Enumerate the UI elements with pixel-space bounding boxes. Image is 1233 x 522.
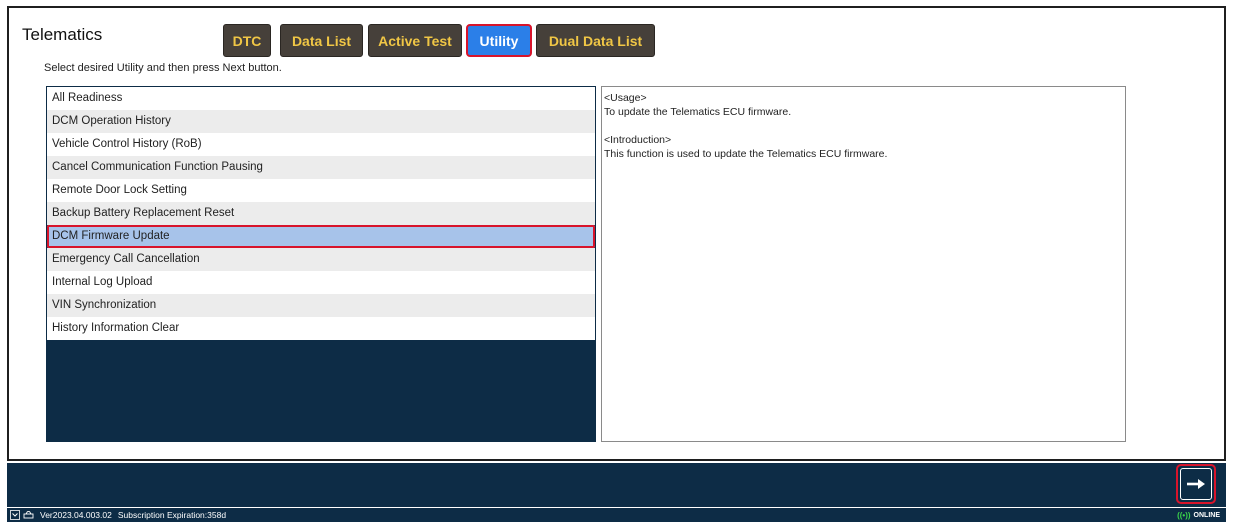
tab-active-test[interactable]: Active Test (368, 24, 462, 57)
list-item-all-readiness[interactable]: All Readiness (47, 87, 595, 110)
bottom-bar (7, 463, 1226, 507)
version-text: Ver2023.04.003.02 (40, 510, 112, 520)
list-item-backup-battery-reset[interactable]: Backup Battery Replacement Reset (47, 202, 595, 225)
page-title: Telematics (22, 25, 103, 44)
introduction-heading: <Introduction> (604, 134, 672, 146)
subscription-text: Subscription Expiration:358d (117, 510, 227, 520)
signal-icon: ((•)) (1177, 510, 1191, 520)
online-status: ((•)) ONLINE (1177, 508, 1220, 522)
tab-dtc[interactable]: DTC (223, 24, 271, 57)
list-item-vehicle-control-history[interactable]: Vehicle Control History (RoB) (47, 133, 595, 156)
list-item-remote-door-lock-setting[interactable]: Remote Door Lock Setting (47, 179, 595, 202)
tab-utility[interactable]: Utility (466, 24, 532, 57)
list-item-emergency-call-cancellation[interactable]: Emergency Call Cancellation (47, 248, 595, 271)
list-item-dcm-operation-history[interactable]: DCM Operation History (47, 110, 595, 133)
instruction-text: Select desired Utility and then press Ne… (44, 62, 282, 74)
tab-dual-data-list[interactable]: Dual Data List (536, 24, 655, 57)
list-item-history-information-clear[interactable]: History Information Clear (47, 317, 595, 340)
list-item-vin-synchronization[interactable]: VIN Synchronization (47, 294, 595, 317)
introduction-text: This function is used to update the Tele… (604, 148, 888, 160)
status-bar: Ver2023.04.003.02 Subscription Expiratio… (7, 508, 1226, 522)
next-button[interactable] (1176, 464, 1216, 504)
description-panel: <Usage> To update the Telematics ECU fir… (601, 86, 1126, 442)
usage-text: To update the Telematics ECU firmware. (604, 106, 792, 118)
arrow-right-icon (1180, 468, 1212, 500)
collapse-icon[interactable] (10, 510, 20, 520)
online-label: ONLINE (1193, 511, 1220, 519)
vehicle-icon (23, 510, 34, 520)
list-item-internal-log-upload[interactable]: Internal Log Upload (47, 271, 595, 294)
utility-list: All Readiness DCM Operation History Vehi… (46, 86, 596, 442)
list-item-cancel-communication-pausing[interactable]: Cancel Communication Function Pausing (47, 156, 595, 179)
tab-data-list[interactable]: Data List (280, 24, 363, 57)
usage-heading: <Usage> (604, 92, 647, 104)
list-item-dcm-firmware-update[interactable]: DCM Firmware Update (47, 225, 595, 248)
